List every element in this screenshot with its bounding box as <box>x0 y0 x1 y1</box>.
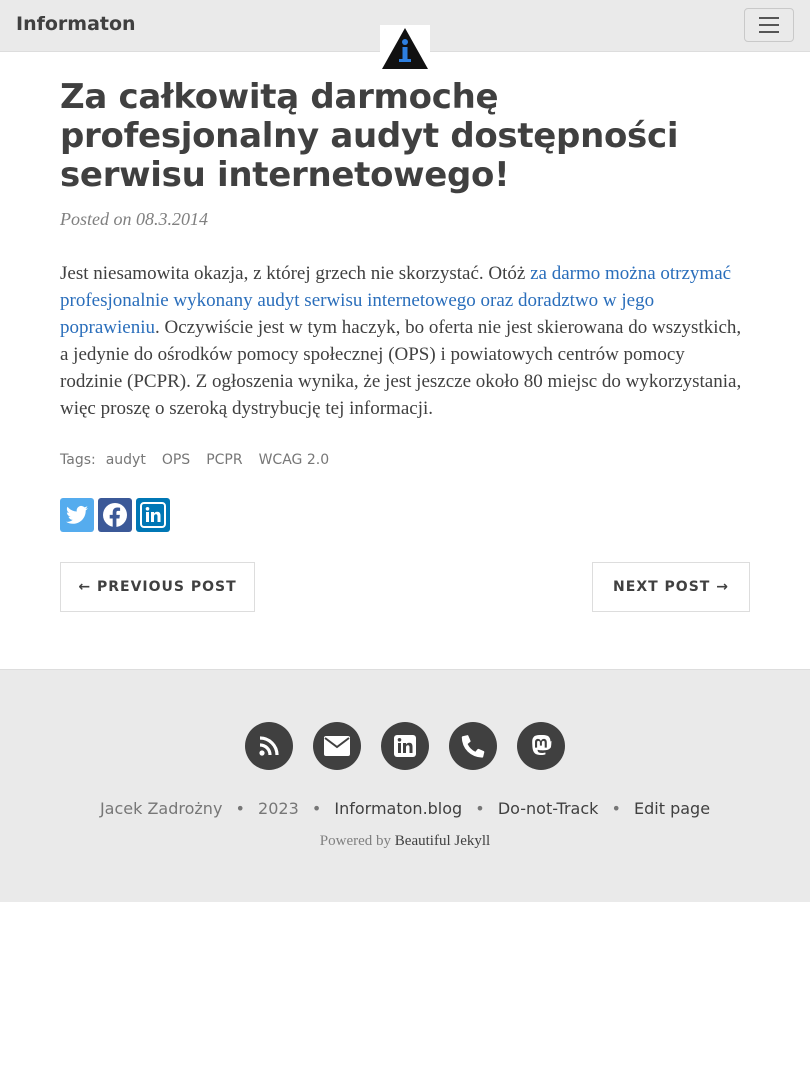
site-brand-link[interactable]: Informaton <box>16 13 136 35</box>
footer-separator: • <box>235 799 245 818</box>
rss-icon <box>259 736 279 756</box>
tag-link-wcag[interactable]: WCAG 2.0 <box>259 452 330 468</box>
hamburger-line <box>759 24 779 26</box>
tag-link-pcpr[interactable]: PCPR <box>206 452 242 468</box>
linkedin-icon <box>140 502 166 528</box>
post-body-text-continued: . Oczywiście jest w tym haczyk, bo ofert… <box>60 317 742 419</box>
footer-dnt-link[interactable]: Do-not-Track <box>498 799 599 818</box>
twitter-icon <box>66 505 88 524</box>
post-meta: Posted on 08.3.2014 <box>60 209 750 230</box>
footer-links: Jacek Zadrożny • 2023 • Informaton.blog … <box>0 799 810 818</box>
mastodon-icon <box>532 735 552 756</box>
post-tags: Tags: audyt OPS PCPR WCAG 2.0 <box>60 452 750 468</box>
post-article: Za całkowitą darmochę profesjonalny audy… <box>60 78 750 612</box>
footer-email-link[interactable] <box>313 722 361 770</box>
linkedin-icon <box>394 735 416 757</box>
share-buttons <box>60 498 750 532</box>
post-body-text: Jest niesamowita okazja, z której grzech… <box>60 263 531 284</box>
facebook-icon <box>103 503 127 528</box>
footer-blog-link[interactable]: Informaton.blog <box>334 799 462 818</box>
tag-link-audyt[interactable]: audyt <box>106 452 146 468</box>
powered-prefix: Powered by <box>319 833 395 849</box>
site-footer: Jacek Zadrożny • 2023 • Informaton.blog … <box>0 669 810 902</box>
post-pager: ← PREVIOUS POST NEXT POST → <box>60 562 750 612</box>
powered-by: Powered by Beautiful Jekyll <box>0 833 810 850</box>
hamburger-line <box>759 31 779 33</box>
next-post-button[interactable]: NEXT POST → <box>592 562 750 612</box>
post-body: Jest niesamowita okazja, z której grzech… <box>60 260 750 422</box>
footer-rss-link[interactable] <box>245 722 293 770</box>
post-title: Za całkowitą darmochę profesjonalny audy… <box>60 77 679 195</box>
footer-separator: • <box>475 799 485 818</box>
menu-toggle-button[interactable] <box>744 8 794 42</box>
phone-icon <box>461 735 485 758</box>
posted-date: 08.3.2014 <box>136 209 208 229</box>
hamburger-menu-icon <box>759 17 779 19</box>
footer-linkedin-link[interactable] <box>381 722 429 770</box>
footer-phone-link[interactable] <box>449 722 497 770</box>
share-linkedin-button[interactable] <box>136 498 170 532</box>
footer-separator: • <box>311 799 322 818</box>
footer-author: Jacek Zadrożny <box>99 799 223 818</box>
footer-year: 2023 <box>258 799 299 818</box>
tags-label: Tags: <box>60 452 96 468</box>
beautiful-jekyll-link[interactable]: Beautiful Jekyll <box>395 833 490 849</box>
previous-post-button[interactable]: ← PREVIOUS POST <box>60 562 255 612</box>
posted-prefix: Posted on <box>60 209 136 229</box>
share-facebook-button[interactable] <box>98 498 132 532</box>
envelope-icon <box>324 736 350 756</box>
footer-mastodon-link[interactable] <box>517 722 565 770</box>
share-twitter-button[interactable] <box>60 498 94 532</box>
informaton-logo-icon[interactable] <box>380 25 430 71</box>
footer-social-links <box>0 722 810 770</box>
tag-link-ops[interactable]: OPS <box>162 452 190 468</box>
footer-separator: • <box>611 799 621 818</box>
footer-edit-page-link[interactable]: Edit page <box>634 799 710 818</box>
